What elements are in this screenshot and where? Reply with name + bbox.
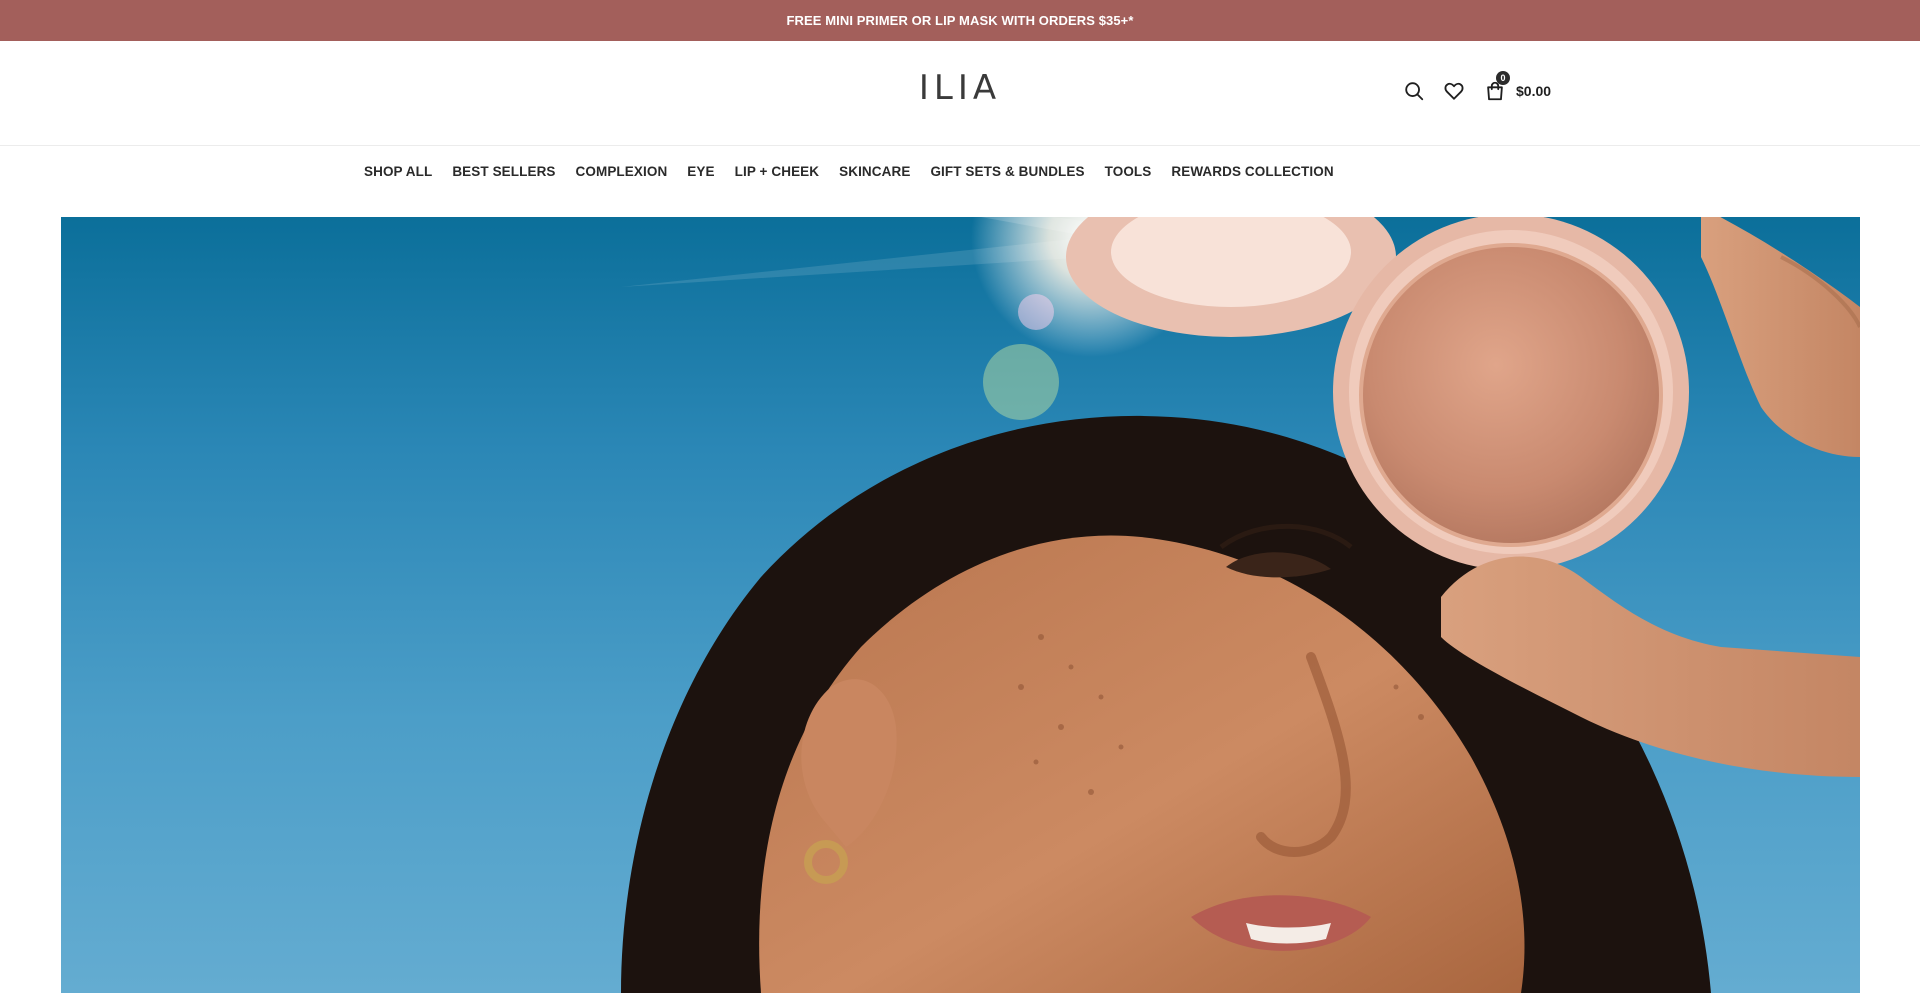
nav-item-gift-sets-bundles[interactable]: GIFT SETS & BUNDLES — [930, 164, 1084, 179]
heart-icon — [1444, 82, 1464, 100]
main-nav: SHOP ALL BEST SELLERS COMPLEXION EYE LIP… — [364, 161, 1354, 181]
nav-item-tools[interactable]: TOOLS — [1105, 164, 1152, 179]
search-icon — [1405, 82, 1424, 101]
nav-item-lip-cheek[interactable]: LIP + CHEEK — [735, 164, 820, 179]
nav-item-skincare[interactable]: SKINCARE — [839, 164, 910, 179]
wishlist-button[interactable] — [1442, 79, 1466, 103]
hero-banner-image[interactable] — [61, 217, 1860, 993]
nav-item-complexion[interactable]: COMPLEXION — [576, 164, 668, 179]
promo-bar: FREE MINI PRIMER OR LIP MASK WITH ORDERS… — [0, 0, 1920, 41]
cart-count-badge: 0 — [1496, 71, 1510, 85]
brand-logo[interactable]: ILIA — [0, 71, 1920, 105]
site-header: ILIA 0 $0.00 — [0, 41, 1920, 146]
promo-text: FREE MINI PRIMER OR LIP MASK WITH ORDERS… — [786, 13, 1134, 28]
nav-item-best-sellers[interactable]: BEST SELLERS — [452, 164, 555, 179]
nav-item-shop-all[interactable]: SHOP ALL — [364, 164, 432, 179]
search-button[interactable] — [1402, 79, 1426, 103]
header-actions: 0 $0.00 — [1402, 71, 1551, 103]
cart-button[interactable]: 0 — [1483, 71, 1510, 103]
hero-illustration — [621, 217, 1860, 993]
nav-item-rewards-collection[interactable]: REWARDS COLLECTION — [1171, 164, 1333, 179]
cart-total[interactable]: $0.00 — [1516, 83, 1551, 99]
nav-item-eye[interactable]: EYE — [687, 164, 714, 179]
